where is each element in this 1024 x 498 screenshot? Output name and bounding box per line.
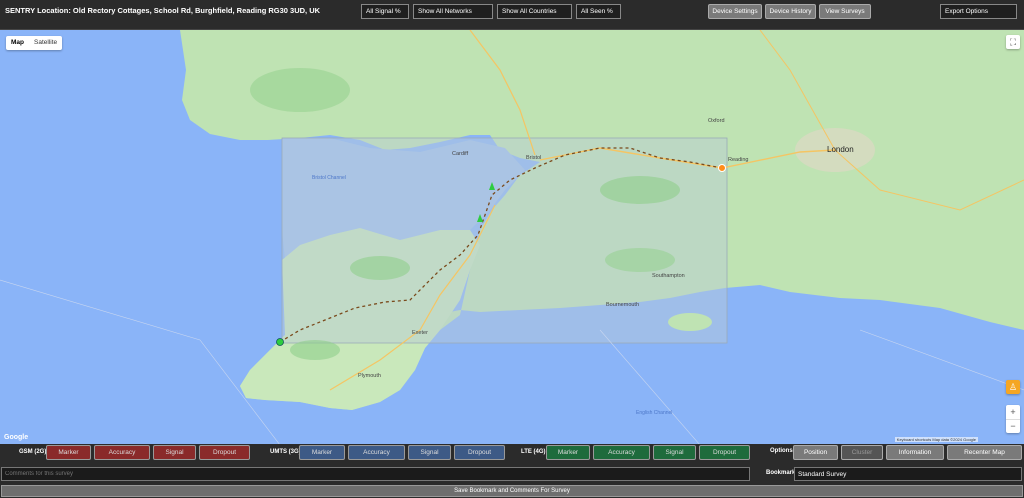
countries-filter-select[interactable]: Show All Countries: [497, 4, 572, 19]
isle-of-wight: [668, 313, 712, 331]
recenter-map-button[interactable]: Recenter Map: [947, 445, 1022, 460]
map-view[interactable]: London Reading Bristol Cardiff Plymouth …: [0, 29, 1024, 444]
export-options-select[interactable]: Export Options: [940, 4, 1017, 19]
device-settings-button[interactable]: Device Settings: [708, 4, 762, 19]
city-label-plymouth: Plymouth: [358, 373, 381, 379]
umts-signal-button[interactable]: Signal: [408, 445, 451, 460]
map-attribution[interactable]: Keyboard shortcuts Map data ©2024 Google: [894, 437, 978, 442]
hills-patch: [605, 248, 675, 272]
device-history-button[interactable]: Device History: [765, 4, 816, 19]
umts-dropout-button[interactable]: Dropout: [454, 445, 505, 460]
lte-marker-button[interactable]: Marker: [546, 445, 590, 460]
gsm-accuracy-button[interactable]: Accuracy: [94, 445, 150, 460]
start-marker[interactable]: [276, 338, 284, 346]
hills-patch: [600, 176, 680, 204]
page-title: SENTRY Location: Old Rectory Cottages, S…: [5, 6, 321, 15]
lte-group-label: LTE (4G): [521, 449, 546, 455]
gsm-group-label: GSM (2G): [19, 449, 47, 455]
comments-input[interactable]: [1, 467, 750, 481]
city-label-cardiff: Cardiff: [452, 151, 469, 157]
city-label-bournemouth: Bournemouth: [606, 302, 640, 308]
city-label-bristol: Bristol: [526, 155, 542, 161]
sentry-location-marker[interactable]: [718, 164, 726, 172]
map-type-satellite-button[interactable]: Satellite: [29, 36, 62, 50]
umts-group-label: UMTS (3G): [270, 449, 301, 455]
options-group-label: Options: [770, 448, 793, 454]
city-label-london: London: [827, 145, 854, 154]
lte-signal-button[interactable]: Signal: [653, 445, 696, 460]
fullscreen-icon[interactable]: ⛶: [1006, 35, 1020, 49]
google-logo: Google: [4, 434, 29, 441]
gsm-signal-button[interactable]: Signal: [153, 445, 196, 460]
view-surveys-button[interactable]: View Surveys: [819, 4, 871, 19]
cluster-button[interactable]: Cluster: [841, 445, 883, 460]
signal-filter-select[interactable]: All Signal %: [361, 4, 409, 19]
lte-dropout-button[interactable]: Dropout: [699, 445, 750, 460]
umts-marker-button[interactable]: Marker: [299, 445, 345, 460]
seen-filter-select[interactable]: All Seen %: [576, 4, 621, 19]
sea-label-bristol-channel: Bristol Channel: [312, 175, 346, 181]
sea-label-english-channel: English Channel: [636, 410, 673, 416]
bookmark-label: Bookmark: [766, 470, 796, 476]
map-canvas: [0, 30, 1024, 444]
hills-patch: [350, 256, 410, 280]
city-label-reading: Reading: [728, 157, 749, 163]
zoom-in-button[interactable]: +: [1006, 405, 1020, 419]
top-bar: SENTRY Location: Old Rectory Cottages, S…: [0, 0, 1024, 24]
save-bookmark-button[interactable]: Save Bookmark and Comments For Survey: [1, 485, 1023, 497]
networks-filter-select[interactable]: Show All Networks: [413, 4, 493, 19]
hills-patch: [250, 68, 350, 112]
city-label-exeter: Exeter: [412, 330, 428, 336]
gsm-marker-button[interactable]: Marker: [46, 445, 91, 460]
city-label-southampton: Southampton: [652, 273, 685, 279]
map-type-toggle: Map Satellite: [6, 36, 63, 50]
lte-accuracy-button[interactable]: Accuracy: [593, 445, 650, 460]
pegman-icon[interactable]: ♙: [1006, 380, 1020, 394]
city-label-oxford: Oxford: [708, 118, 725, 124]
survey-area-overlay: [281, 137, 728, 344]
zoom-out-button[interactable]: −: [1006, 419, 1020, 433]
bookmark-input[interactable]: [794, 467, 1022, 481]
map-type-map-button[interactable]: Map: [6, 36, 29, 50]
gsm-dropout-button[interactable]: Dropout: [199, 445, 250, 460]
umts-accuracy-button[interactable]: Accuracy: [348, 445, 405, 460]
information-button[interactable]: Information: [886, 445, 944, 460]
zoom-control: + −: [1006, 405, 1020, 433]
position-button[interactable]: Position: [793, 445, 838, 460]
hills-patch: [290, 340, 340, 360]
